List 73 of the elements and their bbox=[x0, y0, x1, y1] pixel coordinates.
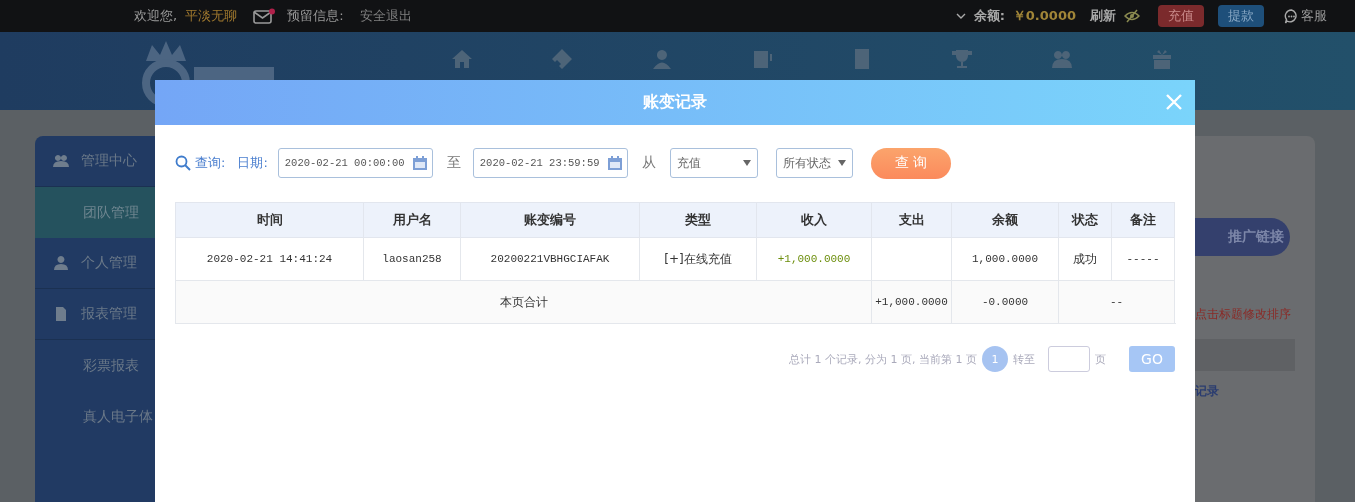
start-date-field[interactable]: 2020-02-21 00:00:00 bbox=[277, 148, 433, 178]
sidebar-item[interactable]: 彩票报表 bbox=[35, 340, 155, 391]
column-header: 支出 bbox=[871, 202, 952, 238]
table-cell: ----- bbox=[1111, 237, 1175, 281]
search-icon bbox=[175, 155, 191, 171]
column-header: 备注 bbox=[1111, 202, 1175, 238]
search-button[interactable]: 查 询 bbox=[870, 147, 951, 179]
column-header: 状态 bbox=[1058, 202, 1112, 238]
logout-link[interactable]: 安全退出 bbox=[359, 7, 412, 25]
refresh-link[interactable]: 刷新 bbox=[1090, 7, 1116, 25]
table-cell: +1,000.0000 bbox=[756, 237, 872, 281]
caret-icon bbox=[742, 160, 751, 166]
trophy-icon[interactable] bbox=[951, 48, 973, 70]
date-label: 日期: bbox=[237, 154, 268, 172]
chat-icon[interactable] bbox=[1284, 8, 1299, 24]
record-link[interactable]: 记录 bbox=[1195, 383, 1219, 400]
column-header: 收入 bbox=[756, 202, 872, 238]
chevron-down-icon[interactable] bbox=[955, 12, 966, 20]
notice-label: 预留信息: bbox=[287, 7, 344, 25]
dialog-title: 账变记录 bbox=[643, 92, 707, 113]
sidebar-item[interactable]: 真人电子体 bbox=[35, 391, 155, 442]
to-label: 至 bbox=[446, 154, 461, 172]
query-label: 查询: bbox=[195, 154, 226, 172]
gift-icon[interactable] bbox=[1151, 48, 1173, 70]
page-unit-label: 页 bbox=[1095, 351, 1106, 367]
sort-hint-text: 点击标题修改排序 bbox=[1195, 306, 1291, 323]
person-icon[interactable] bbox=[651, 48, 673, 70]
table-cell: 20200221VBHGCIAFAK bbox=[460, 237, 640, 281]
balance-label: 余额: bbox=[973, 7, 1005, 25]
calendar-icon bbox=[411, 155, 428, 171]
service-link[interactable]: 客服 bbox=[1301, 7, 1327, 25]
user-icon bbox=[53, 255, 69, 271]
mail-icon[interactable] bbox=[253, 8, 276, 24]
column-header: 时间 bbox=[175, 202, 364, 238]
caret-icon bbox=[837, 160, 846, 166]
column-header: 账变编号 bbox=[460, 202, 640, 238]
sidebar-item[interactable]: 团队管理 bbox=[35, 187, 155, 238]
go-button[interactable]: GO bbox=[1129, 346, 1175, 372]
status-dropdown[interactable]: 所有状态 bbox=[775, 148, 853, 178]
page-number[interactable]: 1 bbox=[982, 346, 1008, 372]
column-header: 用户名 bbox=[363, 202, 461, 238]
group-icon[interactable] bbox=[1051, 48, 1073, 70]
type-dropdown[interactable]: 充值 bbox=[669, 148, 758, 178]
document-icon bbox=[53, 306, 69, 322]
eye-off-icon[interactable] bbox=[1124, 9, 1140, 23]
slot-icon[interactable] bbox=[751, 48, 773, 70]
table-cell: laosan258 bbox=[363, 237, 461, 281]
calendar-icon bbox=[606, 155, 623, 171]
table-cell: 2020-02-21 14:41:24 bbox=[175, 237, 364, 281]
goto-label: 转至 bbox=[1013, 351, 1035, 367]
table-cell: 成功 bbox=[1058, 237, 1112, 281]
close-icon[interactable] bbox=[1166, 94, 1182, 110]
pagination-summary: 总计 1 个记录, 分为 1 页, 当前第 1 页 bbox=[789, 351, 977, 367]
end-date-field[interactable]: 2020-02-21 23:59:59 bbox=[472, 148, 628, 178]
table-cell: +1,000.0000 bbox=[871, 280, 952, 324]
table-cell: -0.0000 bbox=[951, 280, 1059, 324]
table-cell: -- bbox=[1058, 280, 1175, 324]
username-link[interactable]: 平淡无聊 bbox=[185, 7, 238, 25]
home-icon[interactable] bbox=[451, 48, 473, 70]
table-cell: 1,000.0000 bbox=[951, 237, 1059, 281]
table-cell: [+]在线充值 bbox=[639, 237, 757, 281]
column-header: 类型 bbox=[639, 202, 757, 238]
promo-link-button[interactable]: 推广链接 bbox=[1195, 218, 1290, 256]
deposit-button[interactable]: 充值 bbox=[1158, 5, 1204, 27]
from-label: 从 bbox=[641, 154, 656, 172]
welcome-text: 欢迎您, bbox=[134, 7, 178, 25]
page-input-field[interactable] bbox=[1048, 346, 1090, 372]
balance-value: ￥0.0000 bbox=[1012, 7, 1076, 25]
users-icon bbox=[53, 153, 69, 169]
column-header: 余额 bbox=[951, 202, 1059, 238]
page-total-label: 本页合计 bbox=[175, 280, 872, 324]
ticket-icon[interactable] bbox=[551, 48, 573, 70]
withdraw-button[interactable]: 提款 bbox=[1218, 5, 1264, 27]
